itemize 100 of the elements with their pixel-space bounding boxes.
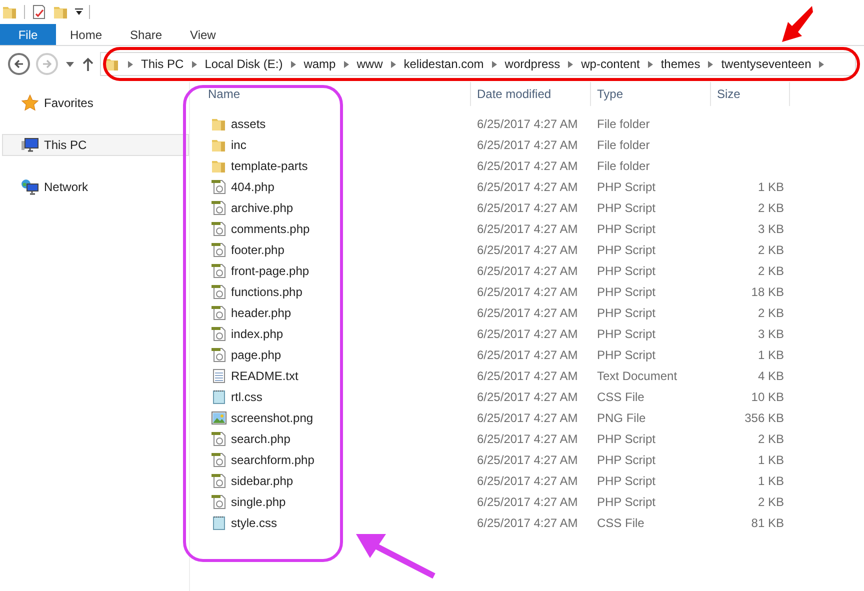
size-cell-text: 2 KB <box>758 304 784 322</box>
size-cell-text: 3 KB <box>758 220 784 238</box>
file-name[interactable]: screenshot.png <box>231 408 314 426</box>
date-cell: 6/25/2017 4:27 AM <box>477 138 578 152</box>
star-icon <box>21 94 39 112</box>
properties-icon[interactable] <box>31 4 47 20</box>
chevron-icon <box>492 60 497 68</box>
script-file-icon <box>211 284 227 300</box>
document-file-icon <box>211 388 227 404</box>
date-cell: 6/25/2017 4:27 AM <box>477 222 578 236</box>
right-arrow-icon <box>42 59 52 69</box>
file-name[interactable]: single.php <box>231 492 286 510</box>
date-cell: 6/25/2017 4:27 AM <box>477 474 578 488</box>
type-cell: PHP Script <box>597 180 656 194</box>
image-file-icon <box>211 410 227 426</box>
breadcrumb[interactable]: wamp <box>304 55 336 73</box>
script-file-icon <box>211 178 227 194</box>
size-cell-text: 4 KB <box>758 368 784 384</box>
chevron-icon <box>192 60 197 68</box>
size-cell-text: 356 KB <box>744 410 784 426</box>
file-name[interactable]: style.css <box>231 514 278 532</box>
sidebar-item[interactable]: Network <box>2 176 189 198</box>
type-cell: PHP Script <box>597 494 656 508</box>
new-folder-icon <box>53 4 69 20</box>
type-cell: PHP Script <box>597 348 656 362</box>
chevron-icon <box>128 60 133 68</box>
script-file-icon <box>211 326 227 342</box>
chevron-icon <box>568 60 574 68</box>
size-cell-text: 2 KB <box>758 262 784 280</box>
size-cell-text: 2 KB <box>758 430 784 448</box>
script-file-icon <box>211 200 227 216</box>
file-name[interactable]: searchform.php <box>231 450 314 468</box>
date-cell: 6/25/2017 4:27 AM <box>477 200 578 214</box>
history-dropdown-icon[interactable] <box>66 62 74 66</box>
date-cell: 6/25/2017 4:27 AM <box>477 306 578 320</box>
breadcrumb[interactable]: This PC <box>141 55 184 73</box>
size-cell-text: 81 KB <box>751 514 784 532</box>
size-cell-text: 1 KB <box>758 452 784 468</box>
size-cell-text: 1 KB <box>758 346 784 364</box>
computer-icon <box>21 137 39 153</box>
type-cell: PHP Script <box>597 452 656 466</box>
file-name[interactable]: front-page.php <box>231 262 310 280</box>
breadcrumb[interactable]: wp-content <box>581 55 640 73</box>
script-file-icon <box>211 220 227 236</box>
column-header[interactable]: Size <box>717 85 740 103</box>
file-name[interactable]: comments.php <box>231 220 310 238</box>
chevron-icon <box>648 60 653 68</box>
size-cell-text: 2 KB <box>758 494 784 510</box>
sidebar-item[interactable]: Favorites <box>2 92 189 114</box>
file-name[interactable]: header.php <box>231 304 292 322</box>
up-arrow-icon[interactable] <box>82 57 94 71</box>
file-name[interactable]: 404.php <box>231 178 274 196</box>
ribbon-tab[interactable]: File <box>0 24 56 45</box>
type-cell: CSS File <box>597 516 644 530</box>
breadcrumb[interactable]: www <box>356 55 383 73</box>
type-cell: PHP Script <box>597 474 656 488</box>
text-file-icon <box>211 368 227 384</box>
column-header[interactable]: Name <box>208 85 240 103</box>
dropdown-icon[interactable] <box>75 8 83 16</box>
breadcrumb[interactable]: Local Disk (E:) <box>204 55 283 73</box>
size-cell-text: 2 KB <box>758 200 784 216</box>
file-name[interactable]: template-parts <box>231 156 308 174</box>
date-cell: 6/25/2017 4:27 AM <box>477 516 578 530</box>
size-cell-text: 2 KB <box>758 242 784 258</box>
file-name[interactable]: footer.php <box>231 240 284 258</box>
back-button[interactable] <box>8 53 30 75</box>
file-name[interactable]: README.txt <box>231 366 298 384</box>
breadcrumb[interactable]: twentyseventeen <box>721 55 812 73</box>
file-name[interactable]: search.php <box>231 430 290 448</box>
chevron-icon <box>290 60 296 68</box>
file-name[interactable]: sidebar.php <box>231 472 294 490</box>
file-name[interactable]: rtl.css <box>231 388 262 406</box>
file-name[interactable]: page.php <box>231 346 282 364</box>
file-name[interactable]: functions.php <box>231 282 302 300</box>
date-cell: 6/25/2017 4:27 AM <box>477 390 578 404</box>
type-cell: PHP Script <box>597 284 656 298</box>
date-cell: 6/25/2017 4:27 AM <box>477 242 578 256</box>
date-cell: 6/25/2017 4:27 AM <box>477 158 578 172</box>
chevron-icon <box>819 60 824 68</box>
network-icon <box>21 179 39 195</box>
sidebar-item[interactable]: This PC <box>2 134 189 156</box>
type-cell: PHP Script <box>597 200 656 214</box>
size-cell-text: 3 KB <box>758 326 784 342</box>
column-header[interactable]: Date modified <box>477 85 552 103</box>
date-cell: 6/25/2017 4:27 AM <box>477 452 578 466</box>
breadcrumb[interactable]: wordpress <box>504 55 560 73</box>
ribbon-tab[interactable]: View <box>176 24 230 45</box>
address-bar[interactable]: This PC Local Disk (E:) wamp www kelidestan.com wordpress wp-content themes twentyseventeen <box>100 52 856 76</box>
ribbon-tab[interactable]: Share <box>116 24 176 45</box>
column-header[interactable]: Type <box>597 85 624 103</box>
file-name[interactable]: assets <box>231 114 266 132</box>
breadcrumb[interactable]: kelidestan.com <box>404 55 484 73</box>
file-name[interactable]: index.php <box>231 324 284 342</box>
breadcrumb[interactable]: themes <box>660 55 700 73</box>
type-cell: File folder <box>597 116 650 130</box>
ribbon-tab[interactable]: Home <box>56 24 116 45</box>
date-cell: 6/25/2017 4:27 AM <box>477 410 578 424</box>
file-name[interactable]: inc <box>231 136 246 154</box>
date-cell: 6/25/2017 4:27 AM <box>477 368 578 382</box>
file-name[interactable]: archive.php <box>231 198 294 216</box>
